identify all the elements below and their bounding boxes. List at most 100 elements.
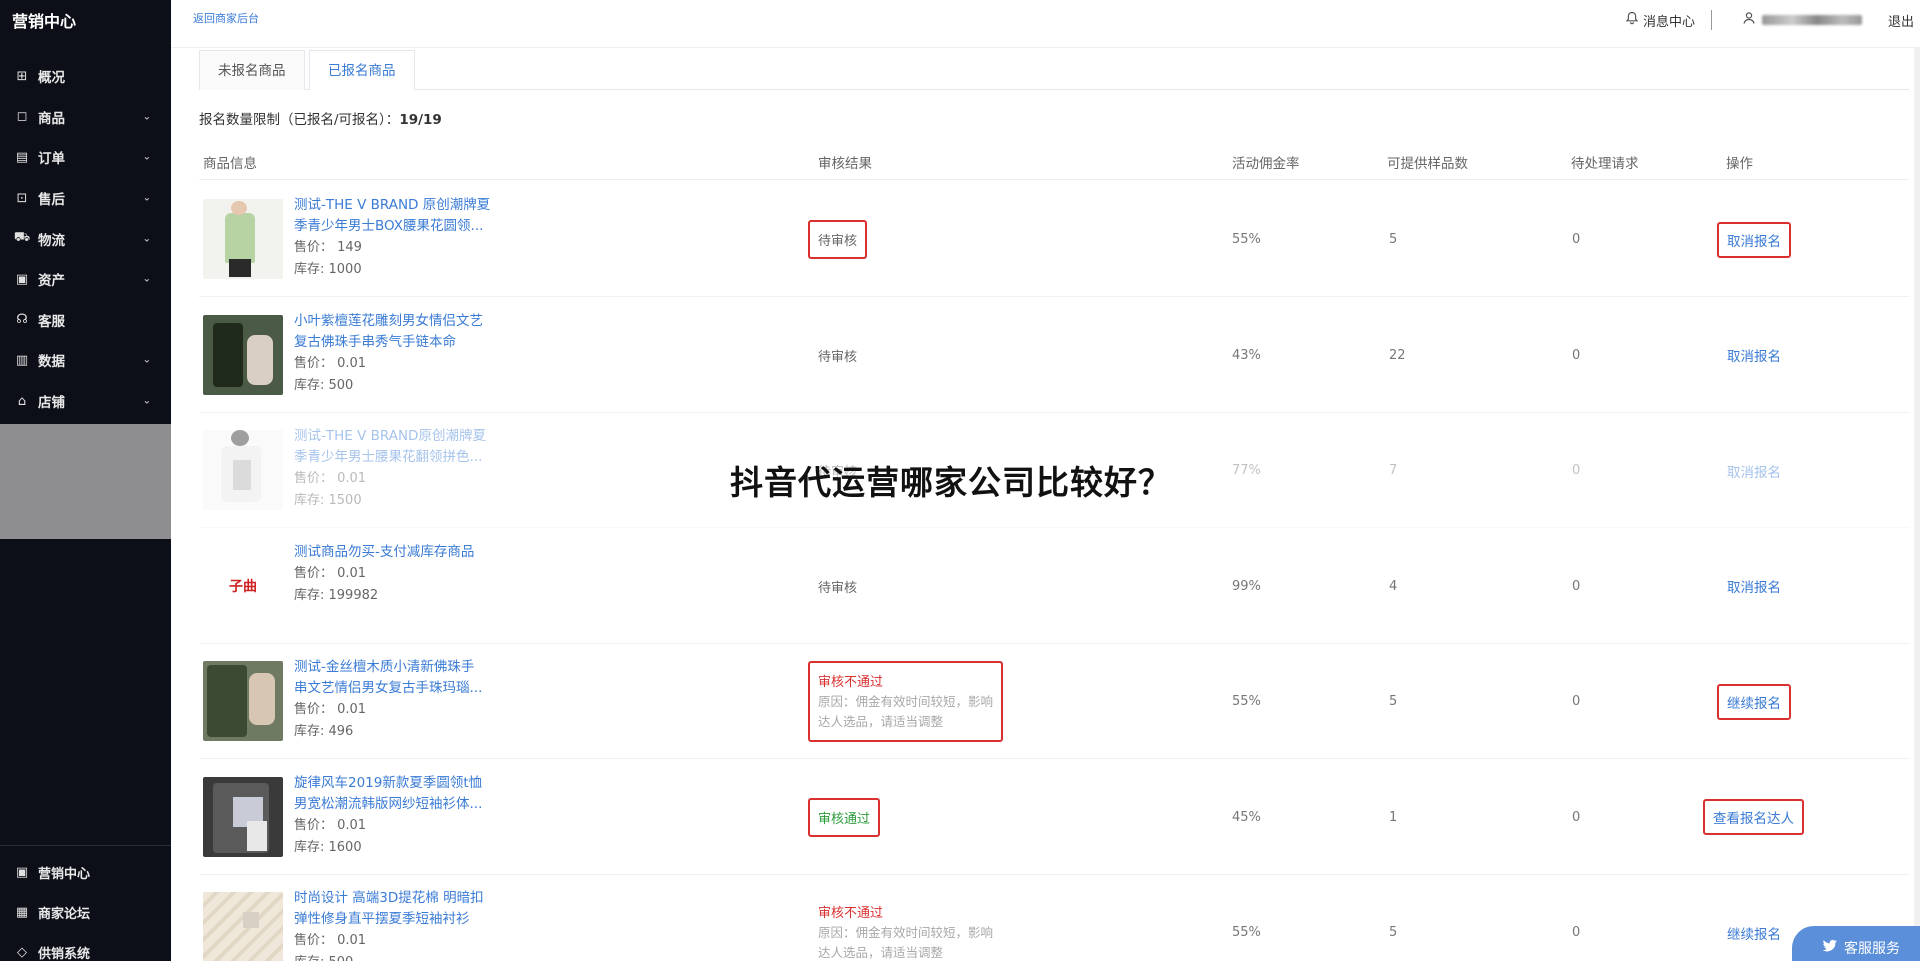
pending-requests: 0 [1572, 925, 1581, 940]
sidebar-item-7[interactable]: ▥ 数据 ⌄ [0, 340, 171, 381]
product-name-line: 测试-金丝檀木质小清新佛珠手 [294, 659, 475, 675]
product-price: 售价： 149 [294, 240, 362, 255]
review-cell: 审核通过 [808, 760, 881, 875]
message-center-button[interactable]: 消息中心 [1625, 11, 1695, 30]
brand-title: 营销中心 [12, 12, 77, 31]
sidebar-item-8[interactable]: ⌂ 店铺 ⌄ [0, 381, 171, 422]
review-cell: 审核不通过 原因：佣金有效时间较短，影响 达人选品，请适当调整 [808, 644, 1004, 759]
product-name-link[interactable]: 测试-金丝檀木质小清新佛珠手 串文艺情侣男女复古手珠玛瑙... [294, 657, 504, 699]
action-cell: 继续报名 [1717, 875, 1791, 961]
sidebar-item-6[interactable]: ☊ 客服 [0, 300, 171, 341]
chevron-down-icon: ⌄ [142, 233, 151, 245]
action-cell: 取消报名 [1717, 182, 1791, 297]
product-info: 测试-THE V BRAND原创潮牌夏 季青少年男士腰果花翻领拼色... 售价： 0… [294, 426, 504, 512]
product-name-link[interactable]: 时尚设计 高端3D提花棉 明暗扣 弹性修身直平摆夏季短袖衬衫 [294, 888, 504, 930]
sidebar-bottom-item-label: 商家论坛 [38, 906, 91, 922]
product-name-line: 小叶紫檀莲花雕刻男女情侣文艺 [294, 312, 483, 329]
product-name-link[interactable]: 测试-THE V BRAND原创潮牌夏 季青少年男士腰果花翻领拼色... [294, 426, 504, 468]
product-thumbnail[interactable] [203, 430, 283, 510]
product-info: 时尚设计 高端3D提花棉 明暗扣弹性修身直平摆夏季短袖衬衫售价： 0.01 库存:… [294, 888, 504, 961]
product-stock: 库存: 1500 [294, 493, 362, 508]
chevron-down-icon: ⌄ [142, 111, 151, 123]
product-name-line: 季青少年男士腰果花翻领拼色... [294, 449, 483, 465]
review-status-box: 待审核 [808, 338, 867, 373]
product-price: 售价： 0.01 [294, 565, 367, 581]
table-row: 测试-THE V BRAND 原创潮牌夏 季青少年男士BOX腰果花圆领... 售价：… [199, 182, 1909, 297]
product-info: 测试-THE V BRAND 原创潮牌夏 季青少年男士BOX腰果花圆领... 售价：… [294, 195, 504, 281]
row-action-link[interactable]: 继续报名 [1727, 696, 1781, 712]
user-menu[interactable] [1742, 11, 1862, 29]
product-price: 售价： 0.01 [294, 471, 367, 486]
review-status: 待审核 [818, 580, 858, 596]
review-status-box: 审核不通过 原因：佣金有效时间较短，影响 达人选品，请适当调整 [808, 661, 1004, 742]
forum-icon: ▦ [15, 904, 29, 920]
customer-service-button[interactable]: 客服服务 [1792, 926, 1920, 961]
sidebar-item-0[interactable]: ⊞ 概况 [0, 56, 171, 97]
product-name-link[interactable]: 旋律风车2019新款夏季圆领t恤 男宽松潮流韩版网纱短袖衫体... [294, 773, 504, 815]
product-thumbnail[interactable] [203, 776, 283, 857]
row-action-link[interactable]: 查看报名达人 [1713, 811, 1794, 827]
chevron-down-icon: ⌄ [142, 354, 151, 366]
product-name-line: 男宽松潮流韩版网纱短袖衫体... [294, 795, 483, 812]
document-icon: ▤ [15, 149, 29, 165]
product-thumbnail[interactable] [203, 892, 283, 961]
headset-icon: ☊ [16, 312, 28, 328]
sidebar-item-label: 售后 [38, 192, 65, 209]
table-row: 小叶紫檀莲花雕刻男女情侣文艺 复古佛珠手串秀气手链本命 售价： 0.01 库存: 50… [199, 298, 1909, 413]
sidebar: 营销中心 ⊞ 概况 ◻ 商品 ⌄ ▤ 订单 ⌄ ⊡ 售后 ⌄ ⛟ 物流 ⌄ ▣ 资产 ⌄ ☊ 客服 ▥ 数据 ⌄ ⌂ 店铺 ⌄ … [0, 0, 171, 961]
product-stock: 库存: 1000 [294, 262, 362, 277]
pending-requests: 0 [1572, 463, 1581, 478]
sidebar-item-5[interactable]: ▣ 资产 ⌄ [0, 259, 171, 300]
product-thumbnail[interactable] [203, 199, 283, 279]
product-info: 旋律风车2019新款夏季圆领t恤 男宽松潮流韩版网纱短袖衫体... 售价： 0.01… [294, 773, 504, 859]
product-name-link[interactable]: 测试商品勿买-支付减库存商品 [294, 542, 504, 563]
row-action-link[interactable]: 取消报名 [1727, 234, 1781, 250]
product-name-link[interactable]: 测试-THE V BRAND 原创潮牌夏 季青少年男士BOX腰果花圆领... [294, 195, 504, 237]
product-info: 小叶紫檀莲花雕刻男女情侣文艺 复古佛珠手串秀气手链本命 售价： 0.01 库存: 50… [294, 311, 504, 397]
sidebar-item-label: 客服 [38, 313, 65, 330]
back-to-merchant-link[interactable]: 返回商家后台 [193, 10, 259, 26]
action-cell: 取消报名 [1717, 413, 1791, 528]
row-action-link[interactable]: 取消报名 [1727, 580, 1781, 596]
tag-icon: ◇ [17, 944, 27, 960]
row-action-link[interactable]: 继续报名 [1727, 927, 1781, 943]
sample-count: 5 [1389, 925, 1398, 940]
action-box: 取消报名 [1717, 455, 1791, 487]
sidebar-bottom-item-0[interactable]: ▣ 营销中心 [0, 852, 171, 892]
scrollbar[interactable] [1914, 48, 1920, 961]
bar-chart-icon: ▥ [15, 352, 29, 368]
sample-count: 22 [1389, 347, 1406, 363]
marketing-icon: ▣ [15, 864, 29, 880]
row-action-link[interactable]: 取消报名 [1727, 349, 1781, 365]
review-reason-line: 达人选品，请适当调整 [818, 714, 944, 729]
product-stock: 库存: 500 [294, 952, 504, 961]
sidebar-item-3[interactable]: ⊡ 售后 ⌄ [0, 178, 171, 219]
pending-requests: 0 [1572, 694, 1581, 709]
sidebar-divider [0, 845, 171, 846]
sidebar-item-1[interactable]: ◻ 商品 ⌄ [0, 97, 171, 138]
product-name-link[interactable]: 小叶紫檀莲花雕刻男女情侣文艺 复古佛珠手串秀气手链本命 [294, 311, 504, 353]
topbar-right: 消息中心 退出 [1625, 0, 1920, 40]
review-status-box: 待审核 [808, 220, 868, 259]
sidebar-bottom-item-2[interactable]: ◇ 供销系统 [0, 932, 171, 961]
product-thumbnail[interactable] [203, 661, 283, 741]
commission-rate: 55% [1232, 694, 1261, 709]
product-thumbnail[interactable] [203, 314, 283, 395]
logout-button[interactable]: 退出 [1888, 11, 1914, 30]
topbar: 返回商家后台 消息中心 退出 [171, 0, 1920, 48]
chevron-down-icon: ⌄ [142, 395, 151, 407]
sidebar-item-2[interactable]: ▤ 订单 ⌄ [0, 137, 171, 178]
product-thumbnail[interactable]: 子曲 [203, 545, 283, 626]
header-commission-rate: 活动佣金率 [1232, 156, 1300, 172]
sidebar-nav: ⊞ 概况 ◻ 商品 ⌄ ▤ 订单 ⌄ ⊡ 售后 ⌄ ⛟ 物流 ⌄ ▣ 资产 ⌄ ☊ 客服 ▥ 数据 ⌄ ⌂ 店铺 ⌄ [0, 56, 171, 421]
tab-registered[interactable]: 已报名商品 [309, 50, 415, 91]
sidebar-bottom-item-1[interactable]: ▦ 商家论坛 [0, 892, 171, 932]
action-box: 继续报名 [1717, 917, 1791, 949]
table-row: 旋律风车2019新款夏季圆领t恤 男宽松潮流韩版网纱短袖衫体... 售价： 0.01… [199, 760, 1909, 875]
tab-unregistered[interactable]: 未报名商品 [199, 50, 305, 90]
action-box: 取消报名 [1717, 221, 1791, 258]
sidebar-item-4[interactable]: ⛟ 物流 ⌄ [0, 218, 171, 259]
row-action-link[interactable]: 取消报名 [1727, 465, 1781, 481]
action-box: 继续报名 [1717, 683, 1791, 720]
user-name-blurred [1761, 15, 1862, 25]
